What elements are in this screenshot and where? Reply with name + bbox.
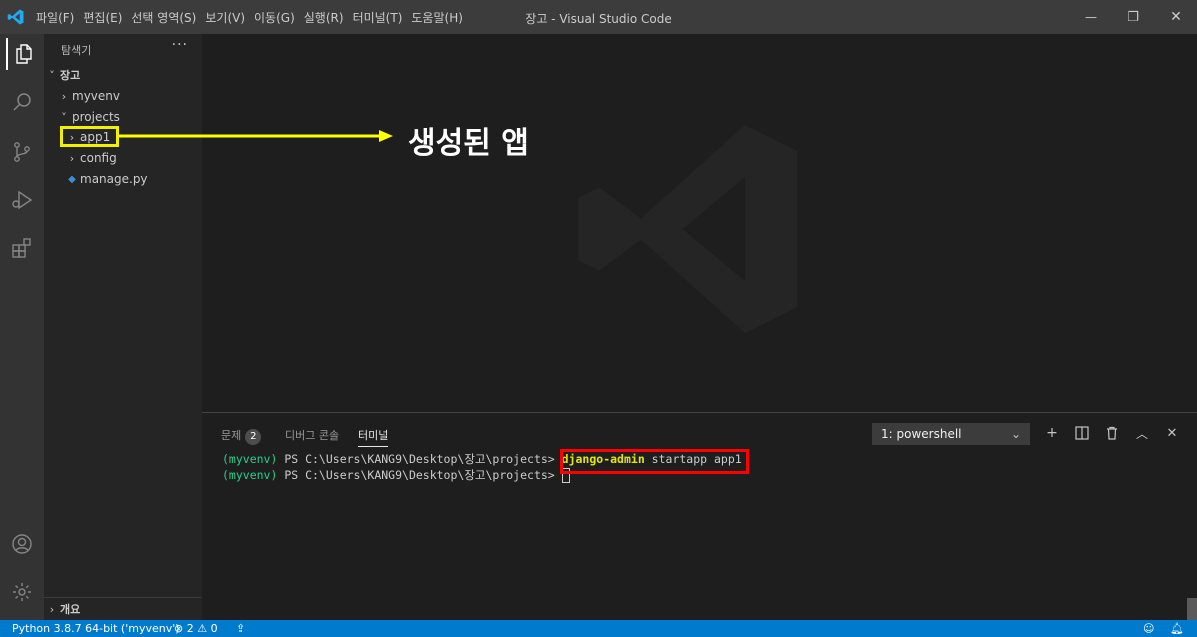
editor-area: 생성된 앱 [202, 34, 1197, 412]
error-icon: ⊗ [174, 622, 184, 635]
menu-help[interactable]: 도움말(H) [411, 9, 463, 26]
tree-item-myvenv[interactable]: › myvenv [44, 86, 214, 106]
restore-icon: ❐ [1127, 9, 1139, 25]
menu-file[interactable]: 파일(F) [36, 9, 74, 26]
search-icon [13, 93, 31, 111]
tab-debug-console-label: 디버그 콘솔 [285, 429, 340, 442]
restore-button[interactable]: ❐ [1112, 0, 1154, 34]
bottom-panel: 문제 2 디버그 콘솔 터미널 1: powershell ⌄ + ︿ ✕ (my… [202, 412, 1197, 621]
tree-item-label: projects [72, 110, 120, 124]
panel-scrollbar[interactable] [1187, 598, 1197, 620]
vscode-logo-icon [7, 9, 24, 25]
plus-icon: + [1046, 425, 1058, 441]
warning-icon: ⚠ [197, 622, 208, 635]
annotation-label: 생성된 앱 [408, 126, 529, 161]
terminal-select-value: 1: powershell [881, 427, 962, 441]
terminal-prompt: PS C:\Users\KANG9\Desktop\장고\projects> [277, 452, 562, 466]
menu-run[interactable]: 실행(R) [304, 9, 344, 26]
extensions-icon [12, 238, 31, 258]
tab-problems-label: 문제 [221, 429, 242, 442]
tab-terminal-label: 터미널 [358, 429, 389, 442]
feedback-icon[interactable]: ☺ [1143, 622, 1154, 635]
venv-label: (myvenv) [222, 468, 278, 482]
new-terminal-button[interactable]: + [1042, 423, 1062, 443]
activity-bar [0, 34, 44, 620]
chevron-down-icon: ˅ [61, 110, 67, 124]
source-control-icon [14, 142, 30, 162]
close-icon: ✕ [1166, 425, 1178, 441]
search-button[interactable] [6, 86, 38, 118]
tab-problems[interactable]: 문제 2 [221, 427, 262, 445]
minimize-icon: — [1085, 10, 1097, 24]
run-debug-button[interactable] [6, 184, 38, 216]
menu-bar: 파일(F) 편집(E) 선택 영역(S) 보기(V) 이동(G) 실행(R) 터… [36, 0, 472, 34]
chevron-up-icon: ︿ [1135, 426, 1148, 441]
split-terminal-button[interactable] [1072, 423, 1092, 443]
menu-go[interactable]: 이동(G) [254, 9, 295, 26]
terminal-prompt: PS C:\Users\KANG9\Desktop\장고\projects> [277, 468, 562, 482]
menu-selection[interactable]: 선택 영역(S) [131, 9, 196, 26]
menu-edit[interactable]: 편집(E) [83, 9, 122, 26]
close-icon: ✕ [1170, 9, 1182, 25]
split-icon [1075, 426, 1089, 440]
explorer-sidebar: 탐색기 ··· ˅ 장고 › myvenv ˅ projects › app1 … [44, 34, 202, 620]
error-count: 2 [186, 622, 194, 635]
terminal-select[interactable]: 1: powershell ⌄ [872, 423, 1030, 445]
workspace-root[interactable]: ˅ 장고 [44, 65, 202, 85]
tree-item-manage-py[interactable]: ◆ manage.py [44, 169, 222, 189]
outline-label: 개요 [60, 603, 81, 616]
venv-label: (myvenv) [222, 452, 278, 466]
kill-terminal-button[interactable] [1102, 423, 1122, 443]
title-bar: 파일(F) 편집(E) 선택 영역(S) 보기(V) 이동(G) 실행(R) 터… [0, 0, 1197, 34]
trash-icon [1107, 426, 1117, 440]
menu-terminal[interactable]: 터미널(T) [353, 9, 403, 26]
run-debug-icon [12, 190, 33, 210]
chevron-right-icon: › [69, 151, 75, 165]
tree-item-config[interactable]: › config [44, 148, 222, 168]
menu-view[interactable]: 보기(V) [205, 9, 245, 26]
warning-count: 0 [210, 622, 218, 635]
annotation-arrow [119, 130, 393, 142]
chevron-down-icon: ⌄ [1010, 427, 1021, 441]
maximize-panel-button[interactable]: ︿ [1132, 423, 1152, 443]
status-bar: Python 3.8.7 64-bit ('myvenv') ⊗ 2 ⚠ 0 ⇪… [0, 620, 1197, 637]
accounts-button[interactable] [6, 528, 38, 560]
explorer-button[interactable] [6, 38, 40, 70]
close-button[interactable]: ✕ [1155, 0, 1197, 34]
workspace-root-label: 장고 [60, 69, 81, 82]
chevron-right-icon: › [49, 602, 55, 616]
chevron-right-icon: › [61, 89, 67, 103]
outline-section[interactable]: › 개요 [44, 597, 202, 620]
minimize-button[interactable]: — [1070, 0, 1112, 34]
tab-terminal[interactable]: 터미널 [358, 427, 389, 447]
tree-item-label: config [80, 151, 117, 165]
annotation-highlight-box [60, 126, 119, 147]
files-icon [16, 44, 32, 64]
source-control-button[interactable] [6, 136, 38, 168]
tree-item-label: manage.py [80, 172, 148, 186]
settings-button[interactable] [6, 576, 38, 608]
gear-icon [13, 583, 31, 601]
more-actions-icon[interactable]: ··· [172, 37, 188, 53]
notifications-icon[interactable]: 🔔︎ [1170, 622, 1184, 635]
command-highlight-box [560, 449, 749, 474]
live-share-icon[interactable]: ⇪ [236, 622, 245, 635]
chevron-down-icon: ˅ [49, 68, 55, 82]
python-interpreter[interactable]: Python 3.8.7 64-bit ('myvenv') [12, 622, 180, 635]
explorer-title: 탐색기 [61, 44, 92, 57]
extensions-button[interactable] [6, 232, 38, 264]
problems-status[interactable]: ⊗ 2 ⚠ 0 [174, 622, 218, 635]
vscode-watermark-icon [578, 124, 798, 334]
account-icon [12, 534, 32, 554]
python-file-icon: ◆ [68, 173, 76, 185]
tree-item-label: myvenv [72, 89, 120, 103]
tab-debug-console[interactable]: 디버그 콘솔 [285, 427, 339, 443]
problems-count-badge: 2 [245, 429, 262, 445]
close-panel-button[interactable]: ✕ [1162, 423, 1182, 443]
tree-item-projects[interactable]: ˅ projects [44, 107, 214, 127]
